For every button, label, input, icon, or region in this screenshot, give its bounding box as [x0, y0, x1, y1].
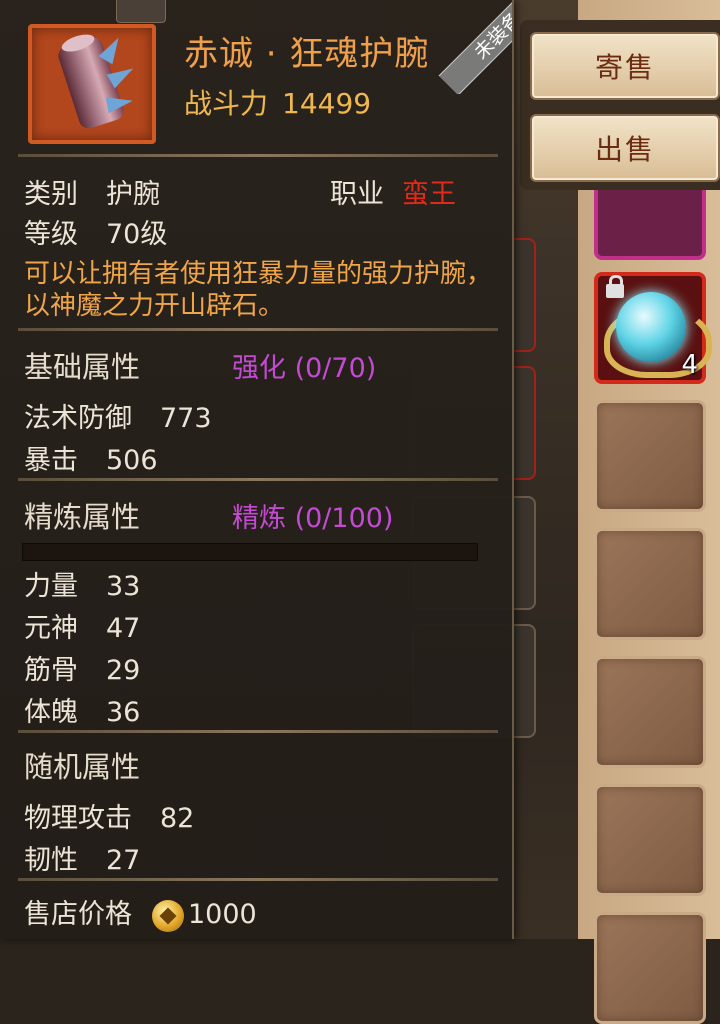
attribute-label: 韧性: [24, 845, 78, 876]
sell-price-label: 售店价格: [24, 899, 132, 930]
action-menu: 寄售 出售: [520, 20, 720, 190]
attribute-label: 力量: [24, 571, 78, 602]
attribute-label: 体魄: [24, 697, 78, 728]
combat-power: 战斗力 14499: [184, 82, 371, 122]
item-description: 可以让拥有者使用狂暴力量的强力护腕，以神魔之力开山辟石。: [24, 259, 493, 321]
attribute-value: 773: [160, 403, 212, 434]
enhance-level: 强化 (0/70): [232, 353, 377, 384]
attribute-value: 82: [160, 803, 195, 834]
refine-level: 精炼 (0/100): [232, 503, 394, 534]
sell-price-row: 售店价格 1000: [24, 892, 257, 932]
attribute-label: 筋骨: [24, 655, 78, 686]
item-name: 赤诚 · 狂魂护腕: [184, 34, 430, 74]
class-label: 职业: [330, 179, 384, 210]
attribute-label: 法术防御: [24, 403, 132, 434]
attribute-value: 27: [106, 845, 141, 876]
attribute-label: 暴击: [24, 445, 78, 476]
gem-icon: [616, 292, 686, 362]
status-ribbon: 未装备: [418, 0, 512, 94]
class-row: 职业 蛮王: [330, 172, 456, 211]
inventory-slot-empty[interactable]: [594, 656, 706, 768]
item-icon-frame: [28, 24, 156, 144]
class-value: 蛮王: [402, 179, 456, 210]
inventory-slot-empty[interactable]: [594, 528, 706, 640]
attribute-value: 29: [106, 655, 141, 686]
base-attributes-title: 基础属性: [24, 350, 141, 384]
category-value: 护腕: [106, 179, 160, 210]
divider: [18, 878, 498, 881]
attribute-row: 物理攻击 82: [24, 796, 194, 835]
attribute-value: 33: [106, 571, 141, 602]
divider: [18, 328, 498, 331]
inventory-slot-empty[interactable]: [594, 400, 706, 512]
lock-icon: [606, 275, 624, 298]
attribute-row: 筋骨 29: [24, 648, 140, 687]
bracer-spike: [105, 92, 135, 114]
item-tooltip: 未装备 赤诚 · 狂魂护腕 战斗力 14499 类别 护腕 职业 蛮王 等级 70级 可…: [0, 0, 514, 939]
inventory-slot-gem[interactable]: 4: [594, 272, 712, 384]
attribute-value: 47: [106, 613, 141, 644]
divider: [18, 478, 498, 481]
refine-attributes-title: 精炼属性: [24, 500, 141, 534]
level-label: 等级: [24, 219, 78, 250]
tooltip-tab: [116, 0, 166, 23]
category-label: 类别: [24, 179, 78, 210]
attribute-label: 物理攻击: [24, 803, 132, 834]
gem-count: 4: [681, 350, 698, 380]
level-value: 70级: [106, 219, 168, 250]
attribute-label: 元神: [24, 613, 78, 644]
attribute-row: 体魄 36: [24, 690, 140, 729]
category-row: 类别 护腕: [24, 172, 160, 211]
attribute-row: 法术防御 773: [24, 396, 212, 435]
status-ribbon-label: 未装备: [438, 0, 512, 94]
attribute-row: 韧性 27: [24, 838, 140, 877]
divider: [18, 730, 498, 733]
attribute-row: 元神 47: [24, 606, 140, 645]
combat-power-label: 战斗力: [184, 87, 269, 120]
level-row: 等级 70级: [24, 212, 167, 251]
random-attributes-title: 随机属性: [24, 750, 141, 784]
sell-price-value: 1000: [188, 899, 257, 930]
combat-power-value: 14499: [282, 87, 372, 120]
divider: [18, 154, 498, 157]
gold-coin-icon: [152, 899, 184, 932]
attribute-value: 36: [106, 697, 141, 728]
inventory-slot-empty[interactable]: [594, 912, 706, 1024]
attribute-row: 暴击 506: [24, 438, 158, 477]
sell-button[interactable]: 出售: [530, 114, 720, 182]
inventory-slot-empty[interactable]: [594, 784, 706, 896]
attribute-value: 506: [106, 445, 158, 476]
attribute-row: 力量 33: [24, 564, 140, 603]
refine-progress-bar: [22, 543, 478, 561]
consign-button[interactable]: 寄售: [530, 32, 720, 100]
